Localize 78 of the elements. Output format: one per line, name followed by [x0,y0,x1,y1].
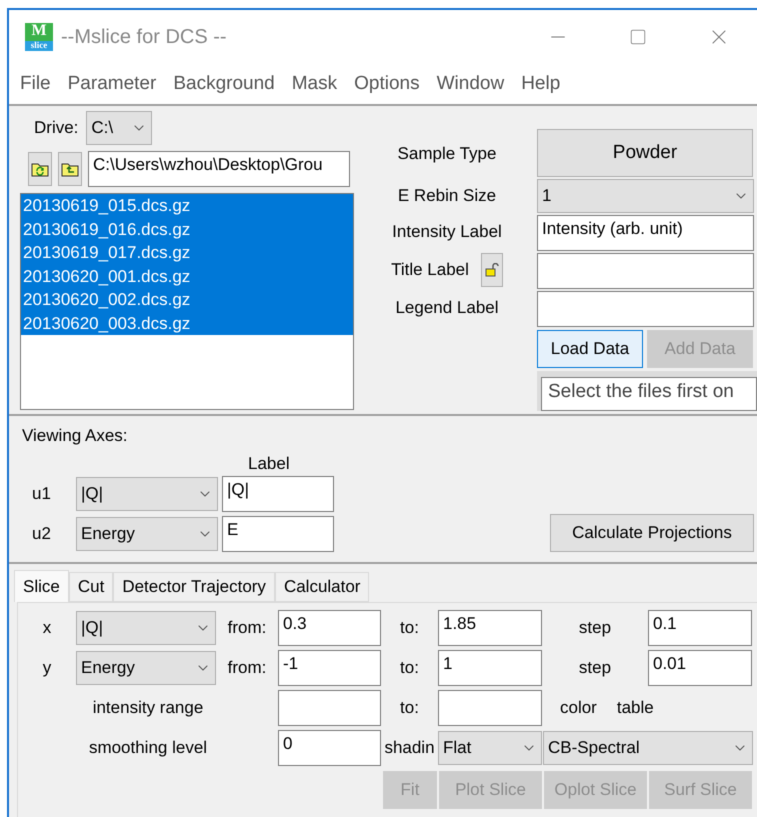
data-file-row[interactable]: 20130619_017.dcs.gz [21,241,353,264]
axis-name: u1 [31,483,52,506]
from-field[interactable]: -1 [278,650,381,686]
intensity-to-field[interactable] [438,690,542,726]
field-label: Legend Label [395,297,499,320]
drive-dropdown[interactable]: C:\ [86,111,152,145]
intensity-range-label: intensity range [92,697,204,720]
lock-button[interactable] [480,253,503,287]
path-field[interactable]: C:\Users\wzhou\Desktop\Grou [88,151,350,187]
from-label: from: [226,657,268,680]
maximize-icon[interactable] [629,28,647,46]
calculate-projections-button[interactable]: Calculate Projections [550,514,754,552]
menu-item[interactable]: Options [354,70,420,98]
folder-up-icon [61,161,79,177]
data-file-row[interactable]: 20130619_016.dcs.gz [21,218,353,241]
label-field[interactable]: Intensity (arb. unit) [537,215,754,251]
axis-name: u2 [31,523,52,546]
tab[interactable]: Slice [14,570,69,602]
data-file-row[interactable]: 20130620_002.dcs.gz [21,288,353,312]
tab[interactable]: Calculator [274,572,370,602]
from-field[interactable]: 0.3 [278,610,381,646]
menu-item[interactable]: Parameter [68,70,156,98]
axis-dropdown[interactable]: Energy [76,517,218,551]
logo-letter: M [25,23,53,41]
column-heading: Label [248,452,291,474]
step-field[interactable]: 0.1 [648,610,752,646]
tab[interactable]: Detector Trajectory [113,572,275,602]
axis-label-field[interactable]: |Q| [222,476,334,512]
folder-refresh-icon [31,161,49,177]
field-label: Title Label [391,259,469,282]
smoothing-field[interactable]: 0 [278,730,381,766]
menu-item[interactable]: Help [521,70,560,98]
menu-item[interactable]: Background [173,70,275,98]
padlock-icon [484,263,499,277]
axis-dropdown[interactable]: |Q| [76,477,218,511]
color-table-dropdown[interactable]: CB-Spectral [543,731,753,765]
menu-item[interactable]: Mask [292,70,338,98]
to-label: to: [399,697,420,720]
drive-label: Drive: [34,117,78,140]
step-field[interactable]: 0.01 [648,650,752,686]
axis-label-field[interactable]: E [222,516,334,552]
field-label: Intensity Label [392,221,502,244]
window-title: --Mslice for DCS -- [61,25,227,50]
step-label: step [578,657,612,680]
hint-field: Select the files first on [541,377,757,411]
data-file-row[interactable]: 20130619_015.dcs.gz [21,194,353,218]
data-file-row[interactable]: 20130620_003.dcs.gz [21,312,353,335]
axis-name: x [42,617,52,640]
label-field[interactable] [537,291,754,327]
tab[interactable]: Cut [68,572,114,602]
section-title: Viewing Axes: [22,425,129,447]
to-field[interactable]: 1.85 [438,610,542,646]
to-label: to: [399,657,420,680]
sample-type-button[interactable]: Powder [537,129,753,177]
shading-label: shadin [383,737,436,760]
table-label: table [616,697,654,720]
menu-item[interactable]: Window [436,70,504,98]
smoothing-level-label: smoothing level [88,737,208,760]
from-label: from: [226,617,268,640]
shading-dropdown[interactable]: Flat [438,731,542,765]
step-label: step [578,617,612,640]
intensity-from-field[interactable] [278,690,381,726]
axis-name: y [42,657,52,680]
parent-folder-button[interactable] [58,152,82,186]
to-label: to: [399,617,420,640]
label-field[interactable] [537,253,754,289]
axis-dropdown[interactable]: Energy [76,651,216,685]
field-label: Sample Type [398,143,496,166]
data-file-row[interactable]: 20130620_001.dcs.gz [21,264,353,288]
logo-word: slice [25,41,53,51]
to-field[interactable]: 1 [438,650,542,686]
menu-item[interactable]: File [20,70,51,98]
button[interactable]: Load Data [537,330,643,368]
color-label: color [560,697,597,720]
rebin-dropdown[interactable]: 1 [537,179,754,213]
refresh-folder-button[interactable] [28,152,52,186]
field-label: E Rebin Size [398,185,496,208]
axis-dropdown[interactable]: |Q| [76,611,216,645]
